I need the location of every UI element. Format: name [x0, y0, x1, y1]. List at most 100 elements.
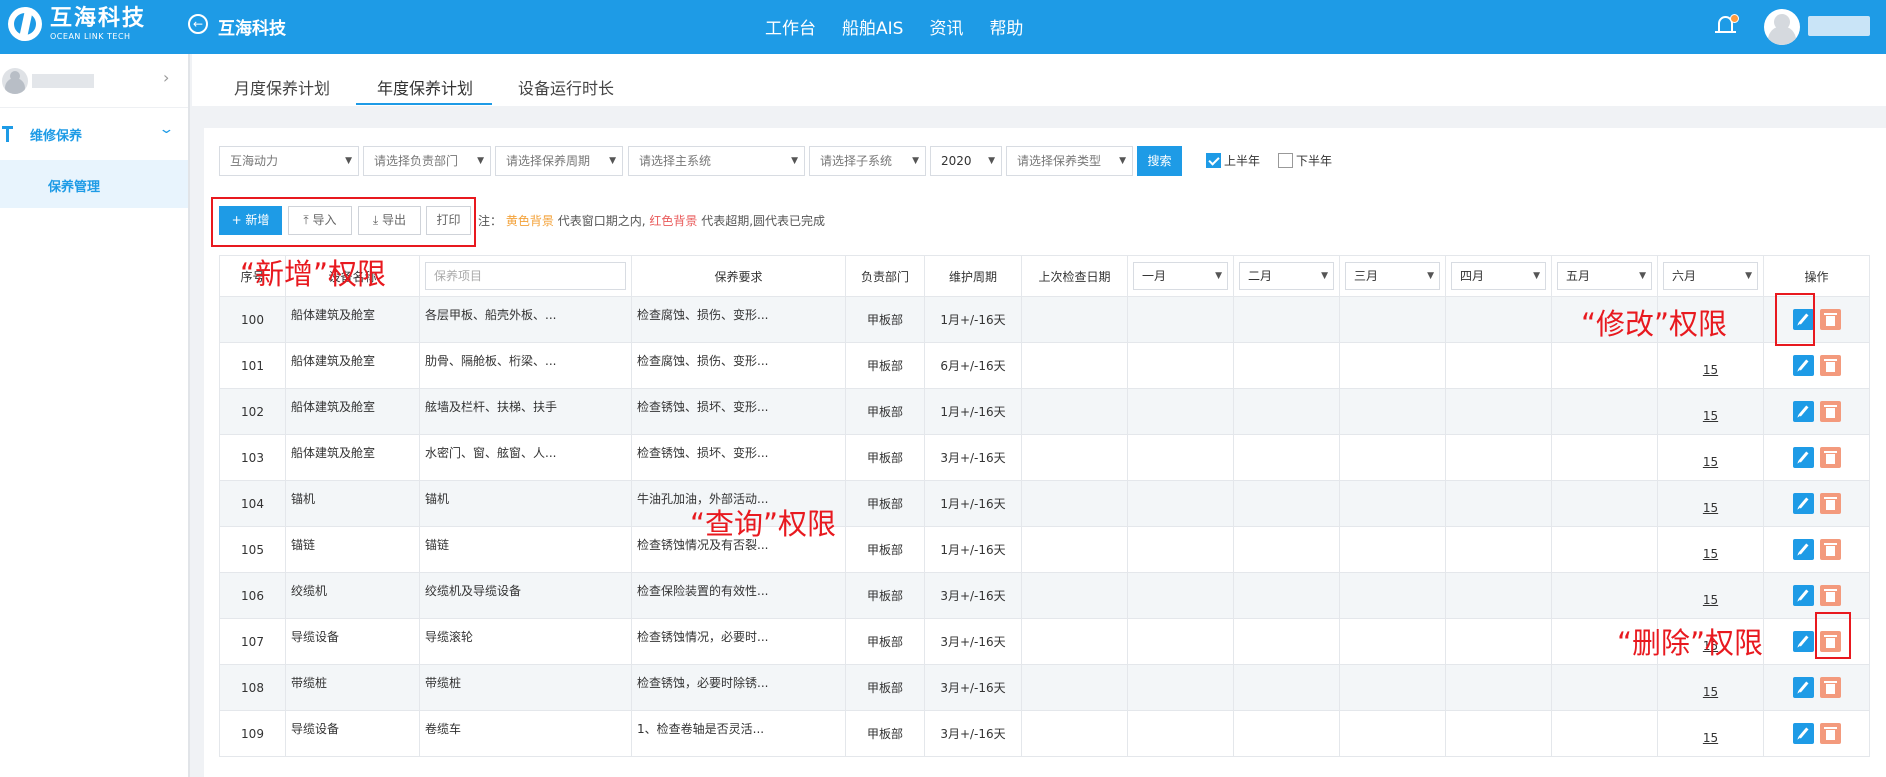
month-select-jan[interactable]: 一月 ▼: [1133, 262, 1228, 290]
cell-month[interactable]: [1127, 480, 1234, 527]
ship-select[interactable]: 互海动力 ▼: [219, 146, 359, 176]
cell-month[interactable]: [1233, 572, 1340, 619]
cell-month[interactable]: [1551, 342, 1658, 389]
month-value-link[interactable]: 15: [1703, 363, 1718, 377]
user-name-redacted[interactable]: [1808, 16, 1870, 36]
cell-month[interactable]: [1233, 342, 1340, 389]
sidebar-group-maintenance[interactable]: 维修保养 ⌄: [0, 108, 188, 160]
edit-button[interactable]: [1792, 539, 1814, 560]
cell-month[interactable]: [1339, 480, 1446, 527]
cell-month[interactable]: [1127, 296, 1234, 343]
cell-month-jun[interactable]: 15: [1657, 388, 1764, 435]
cell-month[interactable]: [1233, 664, 1340, 711]
month-select-apr[interactable]: 四月 ▼: [1451, 262, 1546, 290]
cell-month[interactable]: [1551, 572, 1658, 619]
cell-month-jun[interactable]: 15: [1657, 480, 1764, 527]
table-row[interactable]: 109 导缆设备 卷缆车 1、检查卷轴是否灵活... 甲板部 3月+/-16天 15: [219, 710, 1870, 757]
table-row[interactable]: 105 锚链 锚链 检查锈蚀情况及有否裂... 甲板部 1月+/-16天 15: [219, 526, 1870, 573]
cell-month[interactable]: [1127, 388, 1234, 435]
first-half-checkbox[interactable]: 上半年: [1206, 152, 1260, 169]
table-row[interactable]: 101 船体建筑及舱室 肋骨、隔舱板、桁梁、... 检查腐蚀、损伤、变形... 甲板部 6…: [219, 342, 1870, 389]
cell-month[interactable]: [1445, 296, 1552, 343]
cell-month[interactable]: [1551, 480, 1658, 527]
delete-button[interactable]: [1819, 493, 1841, 514]
delete-button[interactable]: [1819, 677, 1841, 698]
cell-month[interactable]: [1445, 526, 1552, 573]
cell-month-jun[interactable]: 15: [1657, 664, 1764, 711]
sub-system-select[interactable]: 请选择子系统 ▼: [809, 146, 926, 176]
cell-month[interactable]: [1445, 388, 1552, 435]
delete-button[interactable]: [1819, 401, 1841, 422]
print-button[interactable]: 打印: [426, 206, 471, 235]
cell-month-jun[interactable]: 15: [1657, 342, 1764, 389]
cell-month[interactable]: [1127, 710, 1234, 757]
cell-month[interactable]: [1127, 664, 1234, 711]
cell-month[interactable]: [1445, 710, 1552, 757]
month-value-link[interactable]: 15: [1703, 685, 1718, 699]
edit-button[interactable]: [1792, 677, 1814, 698]
table-row[interactable]: 106 绞缆机 绞缆机及导缆设备 检查保险装置的有效性... 甲板部 3月+/-16天 15: [219, 572, 1870, 619]
edit-button[interactable]: [1792, 401, 1814, 422]
edit-button[interactable]: [1792, 723, 1814, 744]
month-select-mar[interactable]: 三月 ▼: [1345, 262, 1440, 290]
search-button[interactable]: 搜索: [1137, 146, 1182, 176]
cell-month-jun[interactable]: 15: [1657, 526, 1764, 573]
delete-button[interactable]: [1819, 539, 1841, 560]
cell-month[interactable]: [1551, 710, 1658, 757]
chevron-down-icon[interactable]: ⌄: [158, 122, 174, 137]
cell-month-jun[interactable]: 15: [1657, 710, 1764, 757]
cell-month[interactable]: [1127, 618, 1234, 665]
edit-button[interactable]: [1792, 585, 1814, 606]
table-row[interactable]: 102 船体建筑及舱室 舷墙及栏杆、扶梯、扶手 检查锈蚀、损坏、变形... 甲板部 1月+…: [219, 388, 1870, 435]
cell-month[interactable]: [1339, 572, 1446, 619]
nav-workbench[interactable]: 工作台: [765, 14, 816, 39]
year-select[interactable]: 2020 ▼: [930, 146, 1002, 176]
delete-button[interactable]: [1819, 309, 1841, 330]
month-value-link[interactable]: 15: [1703, 409, 1718, 423]
user-avatar[interactable]: [1764, 9, 1800, 45]
dept-select[interactable]: 请选择负责部门 ▼: [363, 146, 491, 176]
sidebar-user-row[interactable]: ›: [0, 54, 188, 108]
cell-month[interactable]: [1233, 480, 1340, 527]
cell-month-jun[interactable]: 15: [1657, 572, 1764, 619]
table-row[interactable]: 103 船体建筑及舱室 水密门、窗、舷窗、人... 检查锈蚀、损坏、变形... 甲板部 3…: [219, 434, 1870, 481]
edit-button[interactable]: [1792, 447, 1814, 468]
cell-month[interactable]: [1551, 664, 1658, 711]
tab-equipment-runtime[interactable]: 设备运行时长: [518, 75, 614, 99]
cell-month[interactable]: [1233, 388, 1340, 435]
month-value-link[interactable]: 15: [1703, 547, 1718, 561]
chevron-right-icon[interactable]: ›: [163, 68, 169, 87]
cycle-select[interactable]: 请选择保养周期 ▼: [495, 146, 623, 176]
month-value-link[interactable]: 15: [1703, 731, 1718, 745]
table-row[interactable]: 104 锚机 锚机 牛油孔加油，外部活动... 甲板部 1月+/-16天 15: [219, 480, 1870, 527]
cell-month[interactable]: [1233, 618, 1340, 665]
delete-button[interactable]: [1819, 723, 1841, 744]
cell-month[interactable]: [1445, 618, 1552, 665]
cell-month[interactable]: [1445, 664, 1552, 711]
sidebar-item-maintenance-management[interactable]: 保养管理: [0, 160, 188, 208]
nav-help[interactable]: 帮助: [989, 14, 1023, 39]
cell-month[interactable]: [1445, 572, 1552, 619]
cell-month[interactable]: [1551, 388, 1658, 435]
cell-month[interactable]: [1339, 434, 1446, 481]
delete-button[interactable]: [1819, 631, 1841, 652]
cell-month[interactable]: [1445, 342, 1552, 389]
cell-month[interactable]: [1339, 710, 1446, 757]
month-value-link[interactable]: 15: [1703, 455, 1718, 469]
tab-monthly-plan[interactable]: 月度保养计划: [234, 75, 330, 99]
month-value-link[interactable]: 15: [1703, 501, 1718, 515]
cell-month[interactable]: [1551, 526, 1658, 573]
back-arrow-icon[interactable]: ←: [188, 14, 208, 34]
delete-button[interactable]: [1819, 355, 1841, 376]
month-select-feb[interactable]: 二月 ▼: [1239, 262, 1334, 290]
month-select-jun[interactable]: 六月 ▼: [1663, 262, 1758, 290]
edit-button[interactable]: [1792, 631, 1814, 652]
export-button[interactable]: ⤓ 导出: [358, 206, 421, 235]
cell-month[interactable]: [1127, 572, 1234, 619]
table-row[interactable]: 108 带缆桩 带缆桩 检查锈蚀，必要时除锈... 甲板部 3月+/-16天 15: [219, 664, 1870, 711]
cell-month[interactable]: [1339, 342, 1446, 389]
item-filter-input[interactable]: 保养项目: [425, 262, 626, 290]
import-button[interactable]: ⤒ 导入: [288, 206, 352, 235]
cell-month[interactable]: [1233, 296, 1340, 343]
edit-button[interactable]: [1792, 309, 1814, 330]
